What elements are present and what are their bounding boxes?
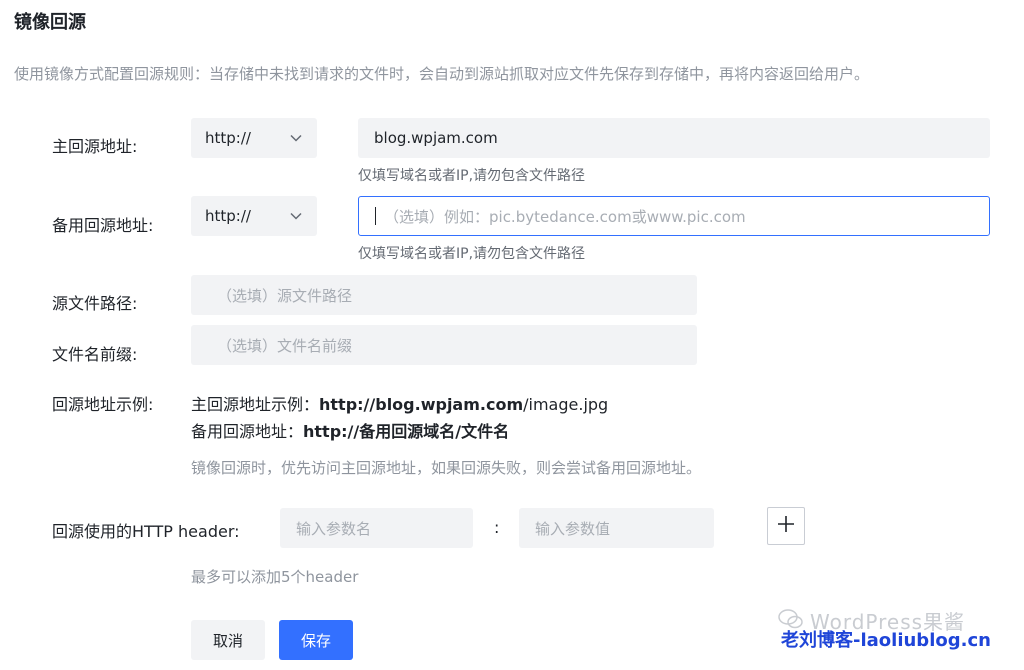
text-cursor xyxy=(375,207,376,225)
primary-example-url-domain: http://blog.wpjam.com xyxy=(319,395,524,414)
watermark-line2: 老刘博客-laoliublog.cn xyxy=(781,630,991,651)
backup-example-prefix: 备用回源地址： xyxy=(191,422,304,441)
backup-origin-label: 备用回源地址: xyxy=(52,216,154,235)
primary-protocol-value: http:// xyxy=(205,129,251,147)
source-path-input[interactable]: （选填）源文件路径 xyxy=(191,275,697,315)
header-value-placeholder: 输入参数值 xyxy=(535,519,611,538)
backup-protocol-select[interactable]: http:// xyxy=(191,196,317,236)
primary-protocol-select[interactable]: http:// xyxy=(191,118,317,158)
plus-icon xyxy=(776,514,796,538)
backup-origin-hint: 仅填写域名或者IP,请勿包含文件路径 xyxy=(358,246,586,262)
source-path-label: 源文件路径: xyxy=(52,294,138,313)
primary-origin-example: 主回源地址示例：http://blog.wpjam.com/image.jpg xyxy=(191,391,608,415)
backup-example-url: http://备用回源域名/文件名 xyxy=(303,422,510,441)
header-value-input[interactable]: 输入参数值 xyxy=(519,508,714,548)
header-name-placeholder: 输入参数名 xyxy=(296,519,372,538)
backup-origin-input[interactable]: （选填）例如：pic.bytedance.com或www.pic.com xyxy=(358,196,990,236)
primary-origin-input[interactable]: blog.wpjam.com xyxy=(358,118,990,158)
primary-origin-label: 主回源地址: xyxy=(52,137,138,156)
backup-origin-example: 备用回源地址：http://备用回源域名/文件名 xyxy=(191,418,509,442)
chevron-down-icon xyxy=(289,209,303,223)
filename-prefix-placeholder: （选填）文件名前缀 xyxy=(217,336,353,355)
primary-origin-hint: 仅填写域名或者IP,请勿包含文件路径 xyxy=(358,168,586,184)
add-header-button[interactable] xyxy=(767,507,805,545)
page-title: 镜像回源 xyxy=(14,12,86,33)
backup-origin-placeholder: （选填）例如：pic.bytedance.com或www.pic.com xyxy=(384,207,746,226)
primary-example-prefix: 主回源地址示例： xyxy=(191,395,320,414)
origin-example-label: 回源地址示例: xyxy=(52,395,154,414)
chevron-down-icon xyxy=(289,131,303,145)
header-name-input[interactable]: 输入参数名 xyxy=(280,508,473,548)
filename-prefix-label: 文件名前缀: xyxy=(52,345,138,364)
filename-prefix-input[interactable]: （选填）文件名前缀 xyxy=(191,325,697,365)
page-description: 使用镜像方式配置回源规则：当存储中未找到请求的文件时，会自动到源站抓取对应文件先… xyxy=(14,65,870,83)
cancel-button[interactable]: 取消 xyxy=(191,620,265,660)
save-button[interactable]: 保存 xyxy=(279,620,353,660)
http-header-label: 回源使用的HTTP header: xyxy=(52,522,240,541)
http-header-hint: 最多可以添加5个header xyxy=(191,568,359,586)
origin-example-note: 镜像回源时，优先访问主回源地址，如果回源失败，则会尝试备用回源地址。 xyxy=(191,459,702,477)
source-path-placeholder: （选填）源文件路径 xyxy=(217,286,353,305)
header-separator: : xyxy=(494,518,500,537)
primary-example-url-path: /image.jpg xyxy=(523,395,609,414)
backup-protocol-value: http:// xyxy=(205,207,251,225)
primary-origin-value: blog.wpjam.com xyxy=(374,129,498,147)
